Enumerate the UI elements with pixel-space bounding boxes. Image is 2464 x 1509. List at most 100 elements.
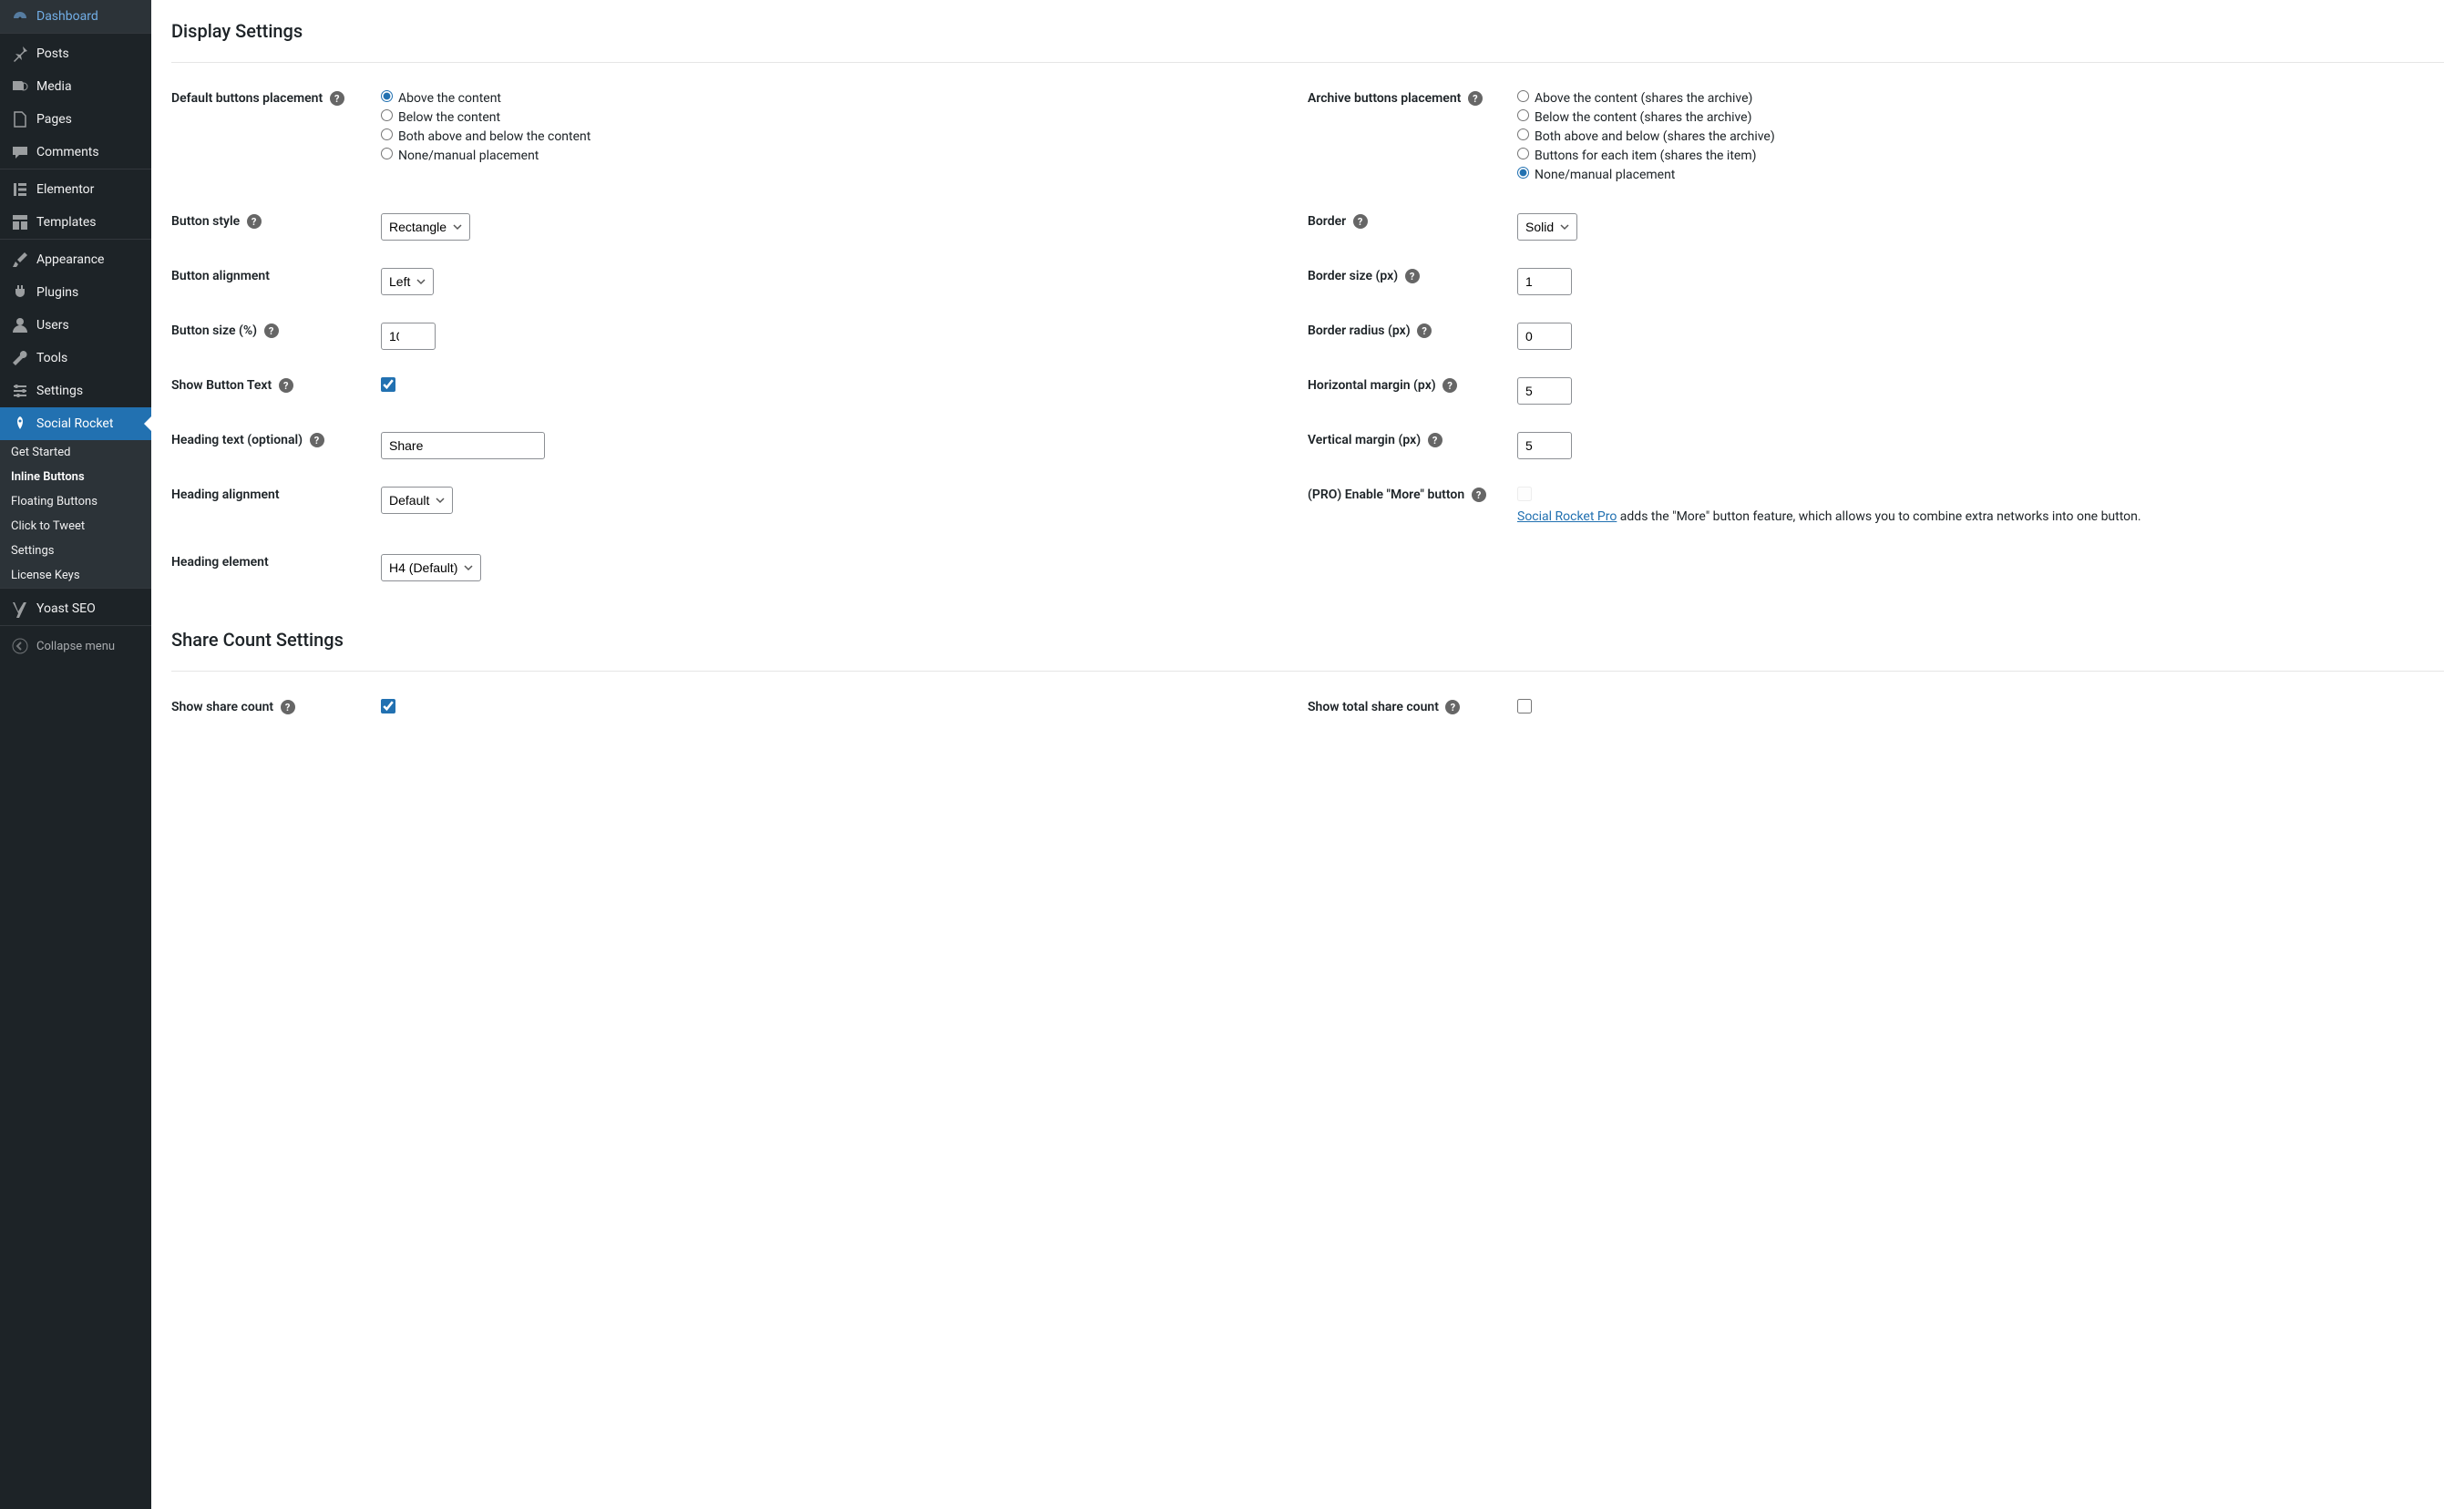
menu-templates[interactable]: Templates	[0, 206, 151, 239]
submenu-social-rocket: Get Started Inline Buttons Floating Butt…	[0, 440, 151, 588]
help-icon[interactable]: ?	[310, 433, 324, 447]
collapse-menu[interactable]: Collapse menu	[0, 630, 151, 662]
submenu-inline-buttons[interactable]: Inline Buttons	[0, 465, 151, 489]
label-heading-text: Heading text (optional) ?	[171, 432, 381, 459]
radio-archive-none[interactable]	[1517, 167, 1529, 179]
submenu-click-to-tweet[interactable]: Click to Tweet	[0, 514, 151, 539]
radio-group-archive-placement: Above the content (shares the archive) B…	[1517, 90, 2444, 186]
menu-label: Dashboard	[36, 9, 98, 24]
help-icon[interactable]: ?	[330, 91, 344, 106]
help-icon[interactable]: ?	[1428, 433, 1442, 447]
select-heading-element[interactable]: H4 (Default)	[381, 554, 481, 581]
radio-label: None/manual placement	[1535, 168, 1675, 182]
dashboard-icon	[11, 7, 29, 26]
input-button-size[interactable]	[381, 323, 436, 350]
menu-dashboard[interactable]: Dashboard	[0, 0, 151, 33]
menu-plugins[interactable]: Plugins	[0, 276, 151, 309]
menu-users[interactable]: Users	[0, 309, 151, 342]
input-vertical-margin[interactable]	[1517, 432, 1572, 459]
radio-archive-both[interactable]	[1517, 128, 1529, 140]
menu-media[interactable]: Media	[0, 70, 151, 103]
menu-tools[interactable]: Tools	[0, 342, 151, 375]
radio-archive-each-item[interactable]	[1517, 148, 1529, 159]
menu-comments[interactable]: Comments	[0, 136, 151, 169]
select-button-alignment[interactable]: Left	[381, 268, 434, 295]
select-heading-alignment[interactable]: Default	[381, 487, 453, 514]
help-icon[interactable]: ?	[1472, 488, 1486, 502]
radio-none-manual[interactable]	[381, 148, 393, 159]
plug-icon	[11, 283, 29, 302]
menu-elementor[interactable]: Elementor	[0, 173, 151, 206]
radio-label: Both above and below (shares the archive…	[1535, 129, 1775, 144]
input-horizontal-margin[interactable]	[1517, 377, 1572, 405]
radio-label: Both above and below the content	[398, 129, 590, 144]
label-heading-alignment: Heading alignment	[171, 487, 381, 527]
radio-label: Buttons for each item (shares the item)	[1535, 149, 1756, 163]
radio-below-content[interactable]	[381, 109, 393, 121]
menu-social-rocket[interactable]: Social Rocket	[0, 407, 151, 440]
input-border-size[interactable]	[1517, 268, 1572, 295]
label-button-style: Button style ?	[171, 213, 381, 241]
yoast-icon	[11, 600, 29, 618]
checkbox-show-total-share-count[interactable]	[1517, 699, 1532, 713]
help-icon[interactable]: ?	[281, 700, 295, 714]
menu-label: Media	[36, 79, 72, 94]
menu-settings[interactable]: Settings	[0, 375, 151, 407]
menu-pages[interactable]: Pages	[0, 103, 151, 136]
wrench-icon	[11, 349, 29, 367]
radio-label: Below the content (shares the archive)	[1535, 110, 1751, 125]
help-icon[interactable]: ?	[264, 323, 279, 338]
section-share-count-settings: Share Count Settings	[171, 609, 2444, 672]
user-icon	[11, 316, 29, 334]
menu-yoast-seo[interactable]: Yoast SEO	[0, 592, 151, 625]
help-icon[interactable]: ?	[279, 378, 293, 393]
help-icon[interactable]: ?	[1445, 700, 1460, 714]
submenu-settings[interactable]: Settings	[0, 539, 151, 563]
label-border: Border ?	[1308, 213, 1517, 241]
rocket-icon	[11, 415, 29, 433]
label-show-total-share-count: Show total share count ?	[1308, 699, 1517, 717]
page-icon	[11, 110, 29, 128]
label-default-placement: Default buttons placement ?	[171, 90, 381, 186]
select-button-style[interactable]: Rectangle	[381, 213, 470, 241]
label-enable-more: (PRO) Enable "More" button ?	[1308, 487, 1517, 527]
menu-label: Pages	[36, 112, 72, 127]
help-icon[interactable]: ?	[1442, 378, 1457, 393]
link-social-rocket-pro[interactable]: Social Rocket Pro	[1517, 509, 1617, 524]
radio-group-default-placement: Above the content Below the content Both…	[381, 90, 1308, 186]
radio-both-content[interactable]	[381, 128, 393, 140]
menu-label: Comments	[36, 145, 99, 159]
menu-label: Posts	[36, 46, 69, 61]
menu-label: Social Rocket	[36, 416, 113, 431]
sliders-icon	[11, 382, 29, 400]
help-icon[interactable]: ?	[1468, 91, 1483, 106]
menu-label: Templates	[36, 215, 97, 230]
menu-posts[interactable]: Posts	[0, 37, 151, 70]
menu-label: Settings	[36, 384, 83, 398]
label-show-share-count: Show share count ?	[171, 699, 381, 717]
label-horizontal-margin: Horizontal margin (px) ?	[1308, 377, 1517, 405]
checkbox-show-button-text[interactable]	[381, 377, 395, 392]
help-icon[interactable]: ?	[247, 214, 262, 229]
radio-archive-above[interactable]	[1517, 90, 1529, 102]
collapse-label: Collapse menu	[36, 640, 115, 653]
input-border-radius[interactable]	[1517, 323, 1572, 350]
label-border-radius: Border radius (px) ?	[1308, 323, 1517, 350]
radio-above-content[interactable]	[381, 90, 393, 102]
radio-archive-below[interactable]	[1517, 109, 1529, 121]
help-icon[interactable]: ?	[1405, 269, 1420, 283]
select-border[interactable]: Solid	[1517, 213, 1577, 241]
submenu-license-keys[interactable]: License Keys	[0, 563, 151, 588]
label-border-size: Border size (px) ?	[1308, 268, 1517, 295]
section-display-settings: Display Settings	[171, 0, 2444, 63]
media-icon	[11, 77, 29, 96]
help-icon[interactable]: ?	[1417, 323, 1432, 338]
help-icon[interactable]: ?	[1353, 214, 1368, 229]
menu-appearance[interactable]: Appearance	[0, 243, 151, 276]
checkbox-show-share-count[interactable]	[381, 699, 395, 713]
radio-label: None/manual placement	[398, 149, 539, 163]
input-heading-text[interactable]	[381, 432, 545, 459]
menu-label: Appearance	[36, 252, 104, 267]
submenu-get-started[interactable]: Get Started	[0, 440, 151, 465]
submenu-floating-buttons[interactable]: Floating Buttons	[0, 489, 151, 514]
